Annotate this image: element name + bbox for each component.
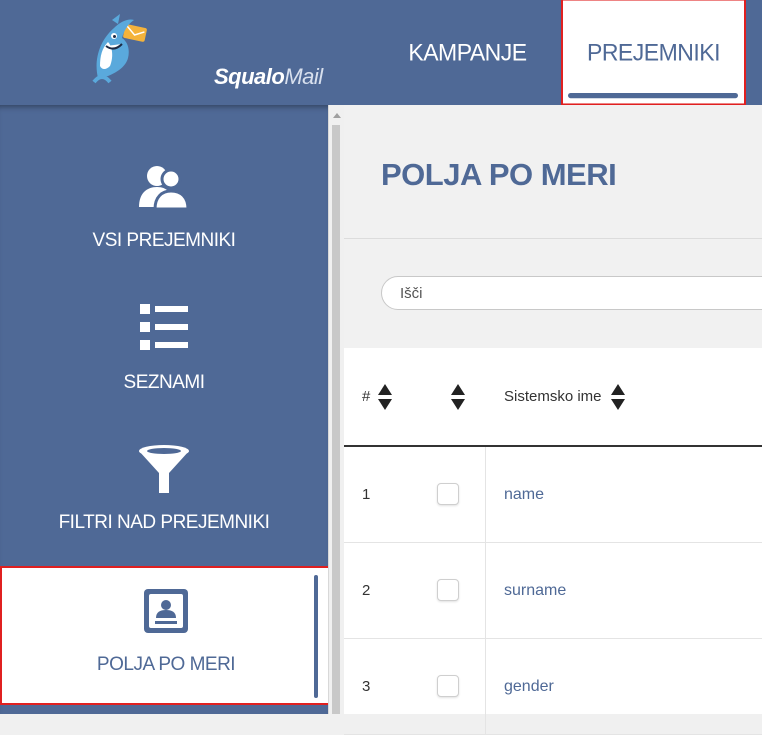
tab-kampanje-label: KAMPANJE: [408, 38, 527, 66]
tab-prejemniki[interactable]: PREJEMNIKI: [561, 0, 746, 106]
column-divider: [485, 447, 486, 542]
active-tab-indicator: [568, 92, 738, 99]
row-checkbox[interactable]: [437, 675, 459, 697]
brand-wordmark: SqualoMail: [214, 64, 323, 90]
row-number: 2: [362, 582, 371, 599]
column-divider: [485, 639, 486, 734]
main-content: POLJA PO MERI # Sistemsko ime 1 name: [344, 105, 762, 735]
scroll-up-arrow-icon[interactable]: [333, 113, 341, 118]
column-header-number[interactable]: #: [362, 348, 393, 445]
tab-kampanje[interactable]: KAMPANJE: [395, 0, 540, 108]
sort-icon[interactable]: [451, 383, 465, 411]
active-item-indicator: [314, 575, 318, 698]
users-icon: [0, 163, 328, 211]
search-input[interactable]: [381, 276, 762, 310]
table-header: # Sistemsko ime: [344, 348, 762, 447]
list-icon: [0, 304, 328, 350]
sidebar-item-vsi-prejemniki[interactable]: VSI PREJEMNIKI: [0, 105, 328, 251]
row-checkbox[interactable]: [437, 483, 459, 505]
table-row: 1 name: [344, 447, 762, 543]
tab-prejemniki-label: PREJEMNIKI: [586, 37, 721, 66]
row-checkbox[interactable]: [437, 579, 459, 601]
sort-icon[interactable]: [610, 383, 625, 411]
title-divider: [344, 238, 762, 239]
sort-icon[interactable]: [378, 383, 393, 411]
sidebar-item-seznami[interactable]: SEZNAMI: [0, 255, 328, 395]
row-number: 1: [362, 486, 371, 503]
column-divider: [485, 543, 486, 638]
brand-name-secondary: Mail: [284, 64, 323, 89]
sidebar-scrollbar[interactable]: [328, 105, 344, 714]
top-navbar: SqualoMail KAMPANJE PREJEMNIKI: [0, 0, 762, 108]
sidebar: VSI PREJEMNIKI SEZNAMI FILTRI NAD PREJEM…: [0, 105, 330, 714]
sidebar-item-label: POLJA PO MERI: [96, 654, 236, 675]
sidebar-item-filtri[interactable]: FILTRI NAD PREJEMNIKI: [0, 405, 328, 545]
column-header-label: #: [362, 388, 371, 405]
sidebar-item-label: FILTRI NAD PREJEMNIKI: [58, 512, 270, 533]
page-title: POLJA PO MERI: [381, 157, 617, 192]
brand-name-primary: Squalo: [214, 64, 285, 89]
squalomail-logo[interactable]: SqualoMail: [84, 12, 323, 92]
table-row: 2 surname: [344, 543, 762, 639]
field-name-link[interactable]: surname: [504, 543, 566, 638]
filter-icon: [0, 445, 328, 495]
sidebar-item-label: SEZNAMI: [123, 372, 205, 393]
contact-card-icon: [2, 588, 330, 634]
sidebar-item-label: VSI PREJEMNIKI: [92, 230, 236, 251]
field-name-link[interactable]: name: [504, 447, 544, 542]
column-header-label: Sistemsko ime: [504, 388, 602, 405]
field-name-link[interactable]: gender: [504, 639, 554, 734]
table-row: 3 gender: [344, 639, 762, 735]
row-number: 3: [362, 678, 371, 695]
column-header-sistemsko-ime[interactable]: Sistemsko ime: [504, 348, 625, 445]
sidebar-item-polja-po-meri[interactable]: POLJA PO MERI: [0, 566, 330, 705]
scrollbar-thumb[interactable]: [332, 125, 340, 714]
column-header-select[interactable]: [451, 348, 465, 445]
custom-fields-table: # Sistemsko ime 1 name 2 surname 3 gende…: [344, 348, 762, 735]
